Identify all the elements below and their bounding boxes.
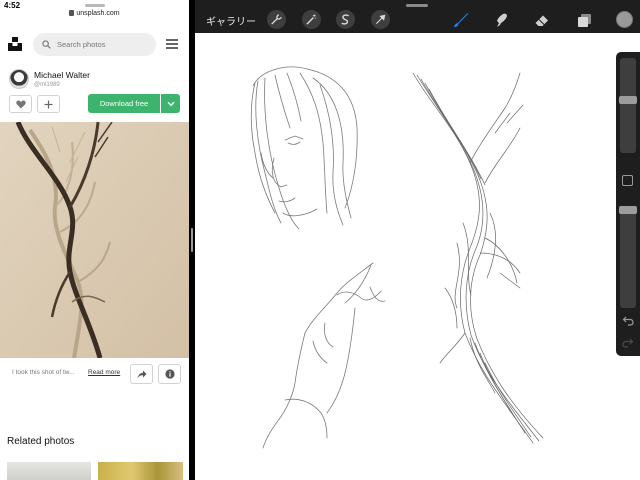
selection-icon <box>341 14 350 25</box>
split-view-handle[interactable] <box>191 228 193 252</box>
like-button[interactable] <box>9 95 32 113</box>
safari-pane: 4:52 unsplash.com Search photos Michael … <box>0 0 189 480</box>
main-photo[interactable] <box>0 122 189 358</box>
url-text: unsplash.com <box>76 10 120 17</box>
brush-icon <box>454 13 469 28</box>
procreate-sidebar <box>616 52 640 356</box>
author-name[interactable]: Michael Walter <box>34 70 90 80</box>
undo-button[interactable] <box>621 314 635 328</box>
gallery-button[interactable]: ギャラリー <box>206 13 256 28</box>
brush-size-slider[interactable] <box>619 58 637 153</box>
related-photos-heading: Related photos <box>7 436 75 447</box>
status-time: 4:52 <box>4 1 21 10</box>
eraser-tool-button[interactable] <box>532 10 552 30</box>
layers-icon <box>577 13 591 27</box>
unsplash-logo[interactable] <box>8 37 22 51</box>
transform-button[interactable] <box>371 10 390 29</box>
procreate-toolbar: ギャラリー <box>195 0 640 33</box>
info-button[interactable] <box>158 364 181 384</box>
search-input[interactable]: Search photos <box>33 33 156 56</box>
drawing-canvas[interactable] <box>195 33 640 480</box>
related-photo-thumbnail[interactable] <box>98 462 183 480</box>
procreate-pane: ギャラリー <box>195 0 640 480</box>
brush-opacity-slider[interactable] <box>619 206 637 308</box>
selection-button[interactable] <box>336 10 355 29</box>
author-avatar[interactable] <box>9 69 29 89</box>
magic-wand-icon <box>306 14 317 25</box>
redo-icon <box>622 338 634 348</box>
redo-button[interactable] <box>621 336 635 350</box>
search-placeholder: Search photos <box>57 40 106 49</box>
heart-icon <box>15 100 26 108</box>
menu-icon[interactable] <box>166 39 178 49</box>
actions-button[interactable] <box>267 10 286 29</box>
modify-button[interactable] <box>622 175 633 186</box>
brush-tool-button[interactable] <box>451 10 471 30</box>
plus-icon <box>44 100 53 108</box>
wrench-icon <box>271 14 282 25</box>
color-picker-button[interactable] <box>616 11 633 28</box>
address-bar[interactable]: unsplash.com <box>0 10 189 17</box>
search-icon <box>42 40 51 49</box>
smudge-tool-button[interactable] <box>491 10 511 30</box>
eraser-icon <box>535 15 548 26</box>
multitasking-handle[interactable] <box>85 4 105 7</box>
add-to-collection-button[interactable] <box>37 95 60 113</box>
smudge-icon <box>497 13 507 27</box>
transform-icon <box>375 14 386 25</box>
photo-caption: I took this shot of tw... <box>12 369 75 376</box>
download-options-button[interactable] <box>161 94 180 113</box>
brush-size-slider-thumb[interactable] <box>619 96 637 104</box>
download-button[interactable]: Download free <box>88 94 160 113</box>
share-button[interactable] <box>130 364 153 384</box>
brush-opacity-slider-thumb[interactable] <box>619 206 637 214</box>
adjustments-button[interactable] <box>302 10 321 29</box>
chevron-down-icon <box>166 101 175 106</box>
author-handle: @ml1989 <box>34 82 60 88</box>
info-icon <box>164 369 175 379</box>
related-photo-thumbnail[interactable] <box>7 462 91 480</box>
undo-icon <box>622 316 634 326</box>
read-more-link[interactable]: Read more <box>88 369 120 376</box>
multitasking-handle[interactable] <box>406 4 428 7</box>
lock-icon <box>69 10 75 16</box>
share-icon <box>137 370 146 378</box>
layers-button[interactable] <box>574 10 594 30</box>
